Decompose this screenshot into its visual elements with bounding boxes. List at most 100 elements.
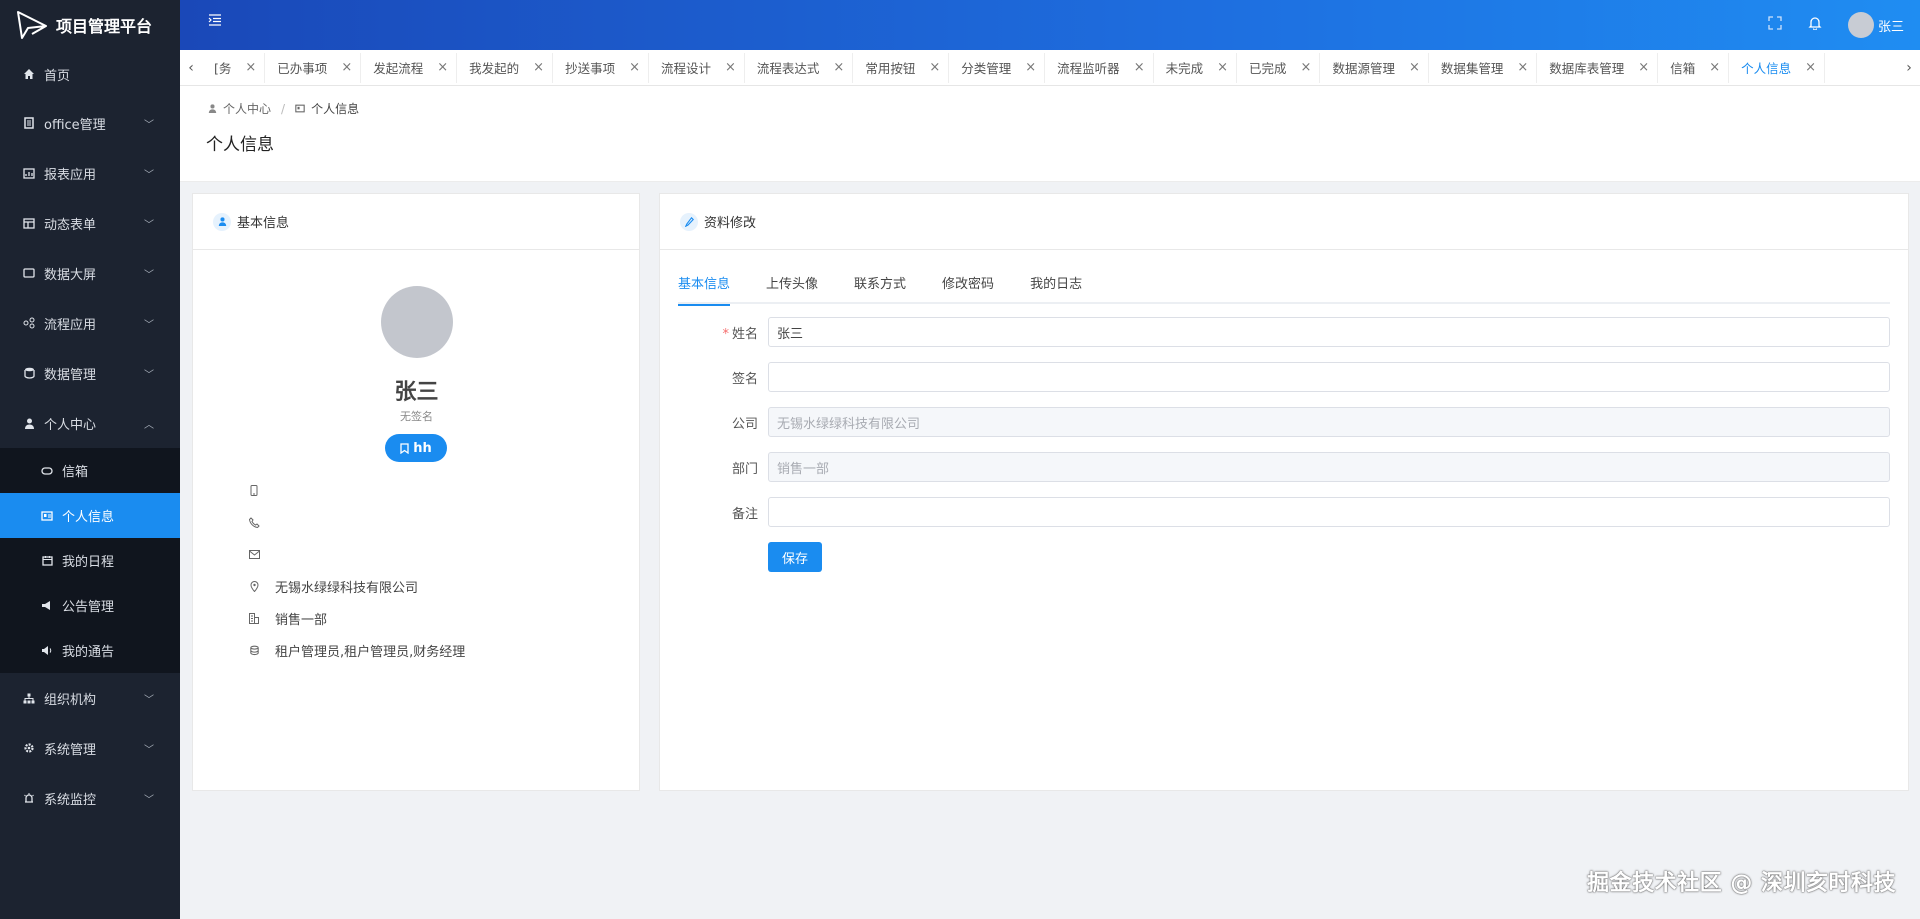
tab-my-log[interactable]: 我的日志 bbox=[1030, 272, 1082, 304]
edit-card-header: 资料修改 bbox=[660, 194, 1908, 250]
tab-item[interactable]: 数据源管理 × bbox=[1320, 52, 1429, 83]
tab-item[interactable]: [务 × bbox=[202, 52, 266, 83]
form-row-remark: 备注 bbox=[678, 497, 1890, 527]
close-icon[interactable]: × bbox=[437, 60, 448, 75]
sidebar-item-org[interactable]: 组织机构 ﹀ bbox=[0, 673, 180, 723]
fullscreen-icon[interactable] bbox=[1768, 16, 1782, 34]
tab-item[interactable]: 信箱 × bbox=[1658, 52, 1730, 83]
sidebar-item-label: 我的日程 bbox=[62, 555, 115, 570]
sidebar-item-system[interactable]: 系统管理 ﹀ bbox=[0, 723, 180, 773]
gear-icon bbox=[22, 741, 36, 755]
tab-item[interactable]: 已完成 × bbox=[1237, 52, 1321, 83]
sidebar-item-notice[interactable]: 我的通告 bbox=[0, 628, 180, 673]
tab-item[interactable]: 发起流程 × bbox=[361, 52, 458, 83]
tab-basic-info[interactable]: 基本信息 bbox=[678, 272, 731, 306]
required-marker: * bbox=[722, 326, 729, 342]
avatar[interactable] bbox=[381, 286, 453, 358]
tab-item[interactable]: 数据库表管理 × bbox=[1537, 52, 1659, 83]
sidebar-item-office[interactable]: office管理 ﹀ bbox=[0, 98, 180, 148]
user-menu[interactable]: 张三 bbox=[1847, 12, 1904, 38]
edit-card-title: 资料修改 bbox=[704, 216, 757, 231]
sidebar-item-personal-center[interactable]: 个人中心 ︿ bbox=[0, 398, 180, 448]
bell-icon[interactable] bbox=[1808, 16, 1822, 34]
tab-label: 流程监听器 bbox=[1057, 61, 1120, 76]
profile-company: 无锡水绿绿科技有限公司 bbox=[275, 580, 419, 596]
tab-item[interactable]: 已办事项 × bbox=[265, 52, 362, 83]
sidebar-item-flow-app[interactable]: 流程应用 ﹀ bbox=[0, 298, 180, 348]
tab-label: 未完成 bbox=[1165, 61, 1204, 76]
header-actions: 张三 bbox=[1768, 0, 1904, 50]
sidebar-item-personal-info[interactable]: 个人信息 bbox=[0, 493, 180, 538]
save-button[interactable]: 保存 bbox=[768, 542, 822, 572]
profile-tag-button[interactable]: hh bbox=[385, 434, 447, 462]
profile-department: 销售一部 bbox=[275, 612, 328, 628]
database-icon bbox=[247, 643, 261, 657]
menu-toggle-icon[interactable] bbox=[208, 14, 222, 26]
close-icon[interactable]: × bbox=[833, 60, 844, 75]
close-icon[interactable]: × bbox=[245, 60, 256, 75]
signature-label: 签名 bbox=[731, 371, 758, 387]
breadcrumb-current: 个人信息 bbox=[311, 102, 360, 116]
sidebar-item-home[interactable]: 首页 bbox=[0, 50, 180, 98]
tab-item[interactable]: 我发起的 × bbox=[457, 52, 554, 83]
close-icon[interactable]: × bbox=[1025, 60, 1036, 75]
page-title: 个人信息 bbox=[206, 135, 274, 155]
sidebar-item-data-screen[interactable]: 数据大屏 ﹀ bbox=[0, 248, 180, 298]
close-icon[interactable]: × bbox=[533, 60, 544, 75]
close-icon[interactable]: × bbox=[1301, 60, 1312, 75]
department-label: 部门 bbox=[731, 461, 758, 477]
sidebar-item-report[interactable]: 报表应用 ﹀ bbox=[0, 148, 180, 198]
close-icon[interactable]: × bbox=[1709, 60, 1720, 75]
form-row-department: 部门 销售一部 bbox=[678, 452, 1890, 482]
close-icon[interactable]: × bbox=[1217, 60, 1228, 75]
tab-upload-avatar[interactable]: 上传头像 bbox=[766, 272, 818, 304]
name-field[interactable]: 张三 bbox=[768, 317, 1890, 347]
tab-item[interactable]: 常用按钮 × bbox=[853, 52, 950, 83]
pencil-icon bbox=[680, 212, 698, 231]
sidebar-item-monitor[interactable]: 系统监控 ﹀ bbox=[0, 773, 180, 823]
app-logo[interactable]: 项目管理平台 bbox=[0, 0, 180, 50]
chevron-down-icon: ﹀ bbox=[144, 219, 154, 231]
tab-item[interactable]: 抄送事项 × bbox=[553, 52, 649, 83]
close-icon[interactable]: × bbox=[1638, 60, 1649, 75]
mobile-phone-icon bbox=[247, 483, 261, 497]
sidebar-item-data-manage[interactable]: 数据管理 ﹀ bbox=[0, 348, 180, 398]
tab-contact[interactable]: 联系方式 bbox=[854, 272, 906, 304]
chevron-down-icon: ﹀ bbox=[144, 169, 154, 181]
flow-icon bbox=[22, 316, 36, 330]
close-icon[interactable]: × bbox=[1517, 60, 1528, 75]
tab-item[interactable]: 分类管理 × bbox=[949, 52, 1046, 83]
close-icon[interactable]: × bbox=[1134, 60, 1145, 75]
close-icon[interactable]: × bbox=[929, 60, 940, 75]
user-icon bbox=[208, 102, 217, 116]
tab-item[interactable]: 未完成 × bbox=[1153, 52, 1238, 83]
info-row-tel bbox=[247, 512, 275, 532]
tab-item[interactable]: 数据集管理 × bbox=[1428, 52, 1538, 83]
user-icon bbox=[213, 212, 231, 231]
chevron-up-icon: ︿ bbox=[144, 419, 154, 431]
tab-label: 已办事项 bbox=[277, 61, 328, 76]
close-icon[interactable]: × bbox=[629, 60, 640, 75]
tab-item[interactable]: 流程监听器 × bbox=[1045, 52, 1154, 83]
close-icon[interactable]: × bbox=[725, 60, 736, 75]
sidebar-item-label: office管理 bbox=[44, 117, 106, 133]
sidebar-item-schedule[interactable]: 我的日程 bbox=[0, 538, 180, 583]
tab-item[interactable]: 个人信息 × bbox=[1729, 52, 1826, 83]
calendar-icon bbox=[40, 554, 54, 568]
personal-center-submenu: 信箱 个人信息 我的日程 公告管理 我的通告 bbox=[0, 448, 180, 673]
tab-item[interactable]: 流程表达式 × bbox=[744, 52, 854, 83]
tabs-scroll-left-icon[interactable]: ‹ bbox=[180, 60, 202, 76]
breadcrumb-parent[interactable]: 个人中心 bbox=[223, 100, 271, 117]
tabs-scroll-right-icon[interactable]: › bbox=[1898, 60, 1920, 76]
tab-item[interactable]: 流程设计 × bbox=[648, 52, 745, 83]
sidebar-item-announcement[interactable]: 公告管理 bbox=[0, 583, 180, 628]
signature-field[interactable] bbox=[768, 362, 1890, 392]
close-icon[interactable]: × bbox=[1409, 60, 1420, 75]
close-icon[interactable]: × bbox=[1805, 60, 1816, 75]
tab-change-password[interactable]: 修改密码 bbox=[942, 272, 994, 304]
remark-field[interactable] bbox=[768, 497, 1890, 527]
sidebar-item-mailbox[interactable]: 信箱 bbox=[0, 448, 180, 493]
close-icon[interactable]: × bbox=[341, 60, 352, 75]
sidebar-item-dynamic-form[interactable]: 动态表单 ﹀ bbox=[0, 198, 180, 248]
id-card-icon bbox=[295, 102, 305, 116]
